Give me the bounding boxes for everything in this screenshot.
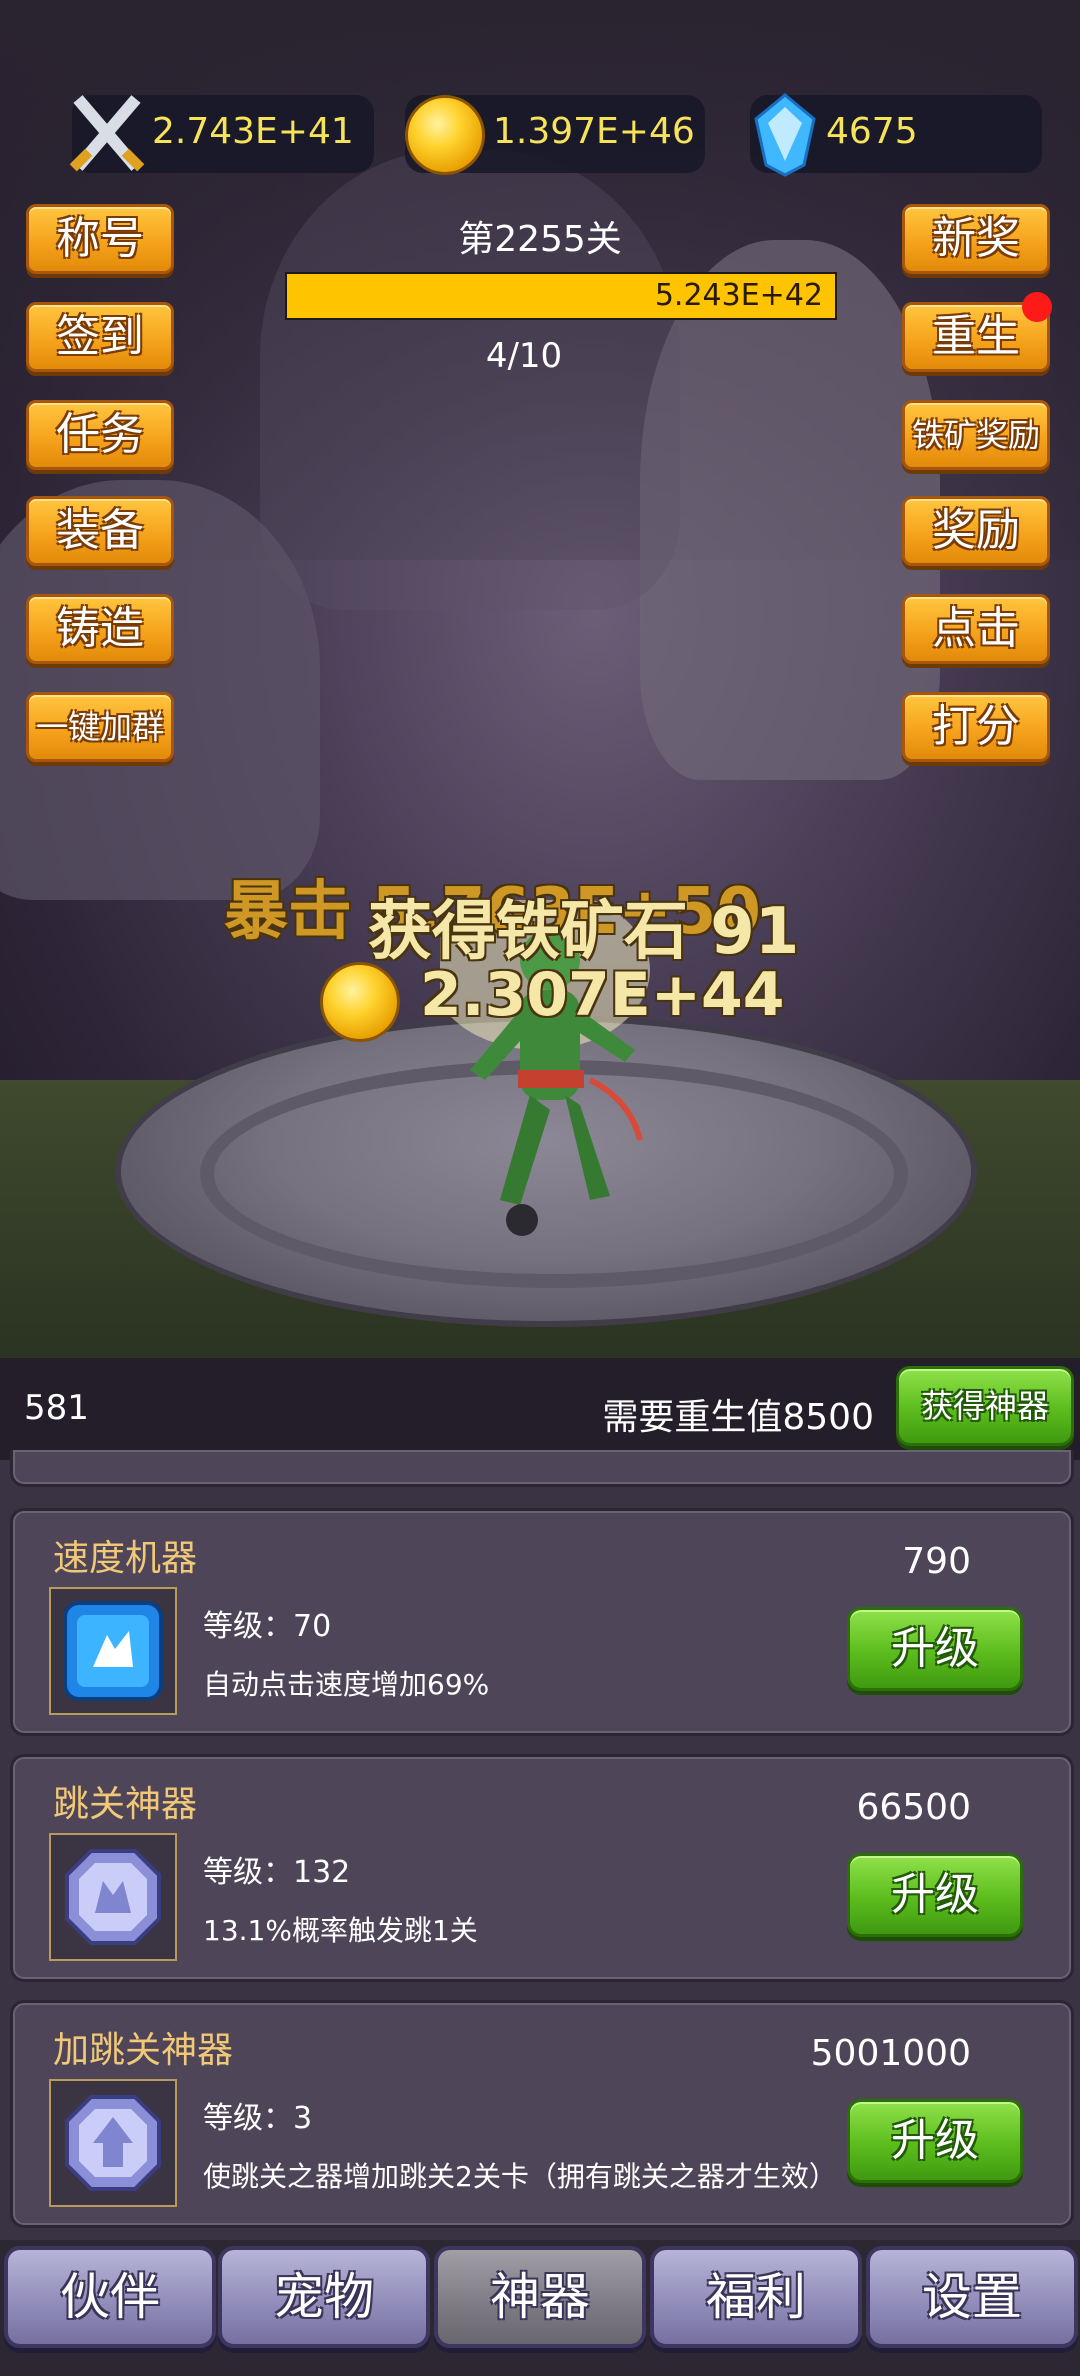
extra-skip-artifact-icon bbox=[65, 2095, 161, 2191]
attack-value: 2.743E+41 bbox=[152, 111, 354, 152]
sign-in-button[interactable]: 签到 bbox=[26, 302, 174, 372]
artifact-name: 跳关神器 bbox=[53, 1784, 198, 1825]
boss-hp-value: 5.243E+42 bbox=[654, 278, 823, 313]
artifact-level: 等级：3 bbox=[203, 2101, 313, 2136]
reward-button[interactable]: 奖励 bbox=[902, 496, 1050, 566]
equipment-button[interactable]: 装备 bbox=[26, 496, 174, 566]
gem-value: 4675 bbox=[826, 111, 918, 152]
artifact-cost: 5001000 bbox=[810, 2033, 971, 2074]
tab-welfare[interactable]: 福利 bbox=[650, 2246, 862, 2348]
artifact-icon-frame bbox=[49, 1587, 177, 1715]
tab-settings[interactable]: 设置 bbox=[866, 2246, 1078, 2348]
artifact-name: 加跳关神器 bbox=[53, 2030, 234, 2071]
tab-artifact[interactable]: 神器 bbox=[434, 2246, 646, 2348]
blue-gem-icon bbox=[754, 93, 816, 177]
artifact-description: 使跳关之器增加跳关2关卡（拥有跳关之器才生效） bbox=[203, 2160, 837, 2193]
cave-rock bbox=[640, 240, 940, 780]
iron-ore-gain-text: 获得铁矿石 91 bbox=[368, 895, 800, 969]
rate-button[interactable]: 打分 bbox=[902, 692, 1050, 762]
artifact-description: 13.1%概率触发跳1关 bbox=[203, 1914, 478, 1947]
critical-label: 暴击 bbox=[224, 875, 352, 949]
artifact-card-partial bbox=[10, 1450, 1074, 1487]
skip-stage-artifact-icon bbox=[65, 1849, 161, 1945]
tab-pet[interactable]: 宠物 bbox=[218, 2246, 430, 2348]
battle-scene[interactable]: 2.743E+41 1.397E+46 4675 第2255关 5.243E+4… bbox=[0, 0, 1080, 1358]
artifact-card: 速度机器 790 等级：70 自动点击速度增加69% 升级 bbox=[10, 1508, 1074, 1736]
click-button[interactable]: 点击 bbox=[902, 594, 1050, 664]
artifact-cost: 790 bbox=[902, 1541, 971, 1582]
bottom-tab-bar: 伙伴 宠物 神器 福利 设置 bbox=[0, 2240, 1080, 2376]
gold-coin-icon bbox=[320, 962, 400, 1042]
artifact-list[interactable]: 速度机器 790 等级：70 自动点击速度增加69% 升级 跳关神器 66500… bbox=[0, 1450, 1080, 2240]
upgrade-button[interactable]: 升级 bbox=[847, 2099, 1023, 2183]
artifact-count: 581 bbox=[24, 1388, 89, 1428]
artifact-description: 自动点击速度增加69% bbox=[203, 1668, 490, 1701]
speed-machine-icon bbox=[63, 1601, 163, 1701]
artifact-card: 跳关神器 66500 等级：132 13.1%概率触发跳1关 升级 bbox=[10, 1754, 1074, 1982]
artifact-name: 速度机器 bbox=[53, 1538, 198, 1579]
upgrade-button[interactable]: 升级 bbox=[847, 1853, 1023, 1937]
artifact-cost: 66500 bbox=[856, 1787, 971, 1828]
get-artifact-button[interactable]: 获得神器 bbox=[896, 1366, 1074, 1446]
artifact-card: 加跳关神器 5001000 等级：3 使跳关之器增加跳关2关卡（拥有跳关之器才生… bbox=[10, 2000, 1074, 2228]
artifact-level: 等级：70 bbox=[203, 1609, 332, 1644]
attack-resource: 2.743E+41 bbox=[69, 95, 374, 173]
gold-coin-icon bbox=[405, 95, 485, 175]
artifact-level: 等级：132 bbox=[203, 1855, 351, 1890]
artifact-icon-frame bbox=[49, 2079, 177, 2207]
gold-resource: 1.397E+46 bbox=[405, 95, 705, 175]
iron-ore-reward-button[interactable]: 铁矿奖励 bbox=[902, 400, 1050, 470]
gem-resource: 4675 bbox=[750, 93, 1042, 177]
tab-partner[interactable]: 伙伴 bbox=[4, 2246, 216, 2348]
crossed-swords-icon bbox=[69, 95, 145, 172]
gold-value: 1.397E+46 bbox=[493, 111, 695, 152]
notification-dot bbox=[1022, 292, 1052, 322]
artifact-icon-frame bbox=[49, 1833, 177, 1961]
new-reward-button[interactable]: 新奖 bbox=[902, 204, 1050, 274]
gold-gain-text: 2.307E+44 bbox=[420, 960, 785, 1030]
forge-button[interactable]: 铸造 bbox=[26, 594, 174, 664]
title-button[interactable]: 称号 bbox=[26, 204, 174, 274]
artifact-info-strip: 581 需要重生值8500 获得神器 bbox=[0, 1358, 1080, 1460]
upgrade-button[interactable]: 升级 bbox=[847, 1607, 1023, 1691]
boss-hp-bar: 5.243E+42 bbox=[285, 272, 837, 320]
join-group-button[interactable]: 一键加群 bbox=[26, 692, 174, 762]
task-button[interactable]: 任务 bbox=[26, 400, 174, 470]
rebirth-requirement: 需要重生值8500 bbox=[602, 1397, 874, 1438]
